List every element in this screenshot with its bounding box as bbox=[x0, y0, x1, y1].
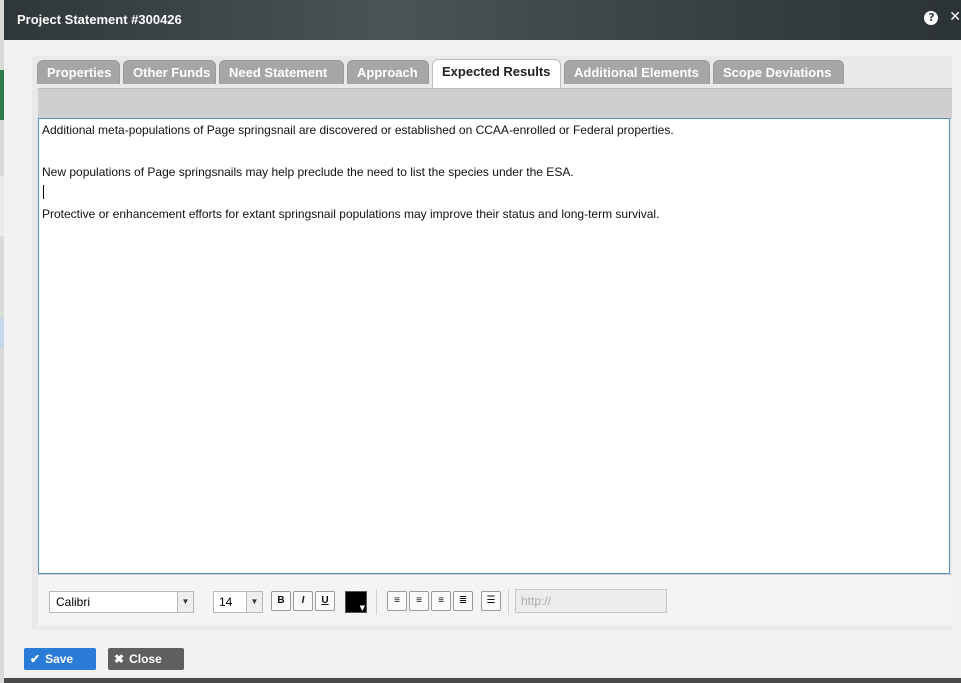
formatting-toolbar: Calibri ▼ 14 ▼ B I U ▼ ≡ ≡ ≡ ≣ ☰ http:// bbox=[38, 574, 952, 626]
align-center-icon: ≡ bbox=[416, 595, 422, 606]
toolbar-separator bbox=[376, 589, 377, 615]
save-label: Save bbox=[45, 652, 74, 666]
align-center-button[interactable]: ≡ bbox=[409, 591, 429, 611]
paragraph: Additional meta-populations of Page spri… bbox=[42, 123, 674, 137]
font-family-select[interactable]: Calibri ▼ bbox=[49, 591, 194, 613]
tab-approach[interactable]: Approach bbox=[347, 60, 429, 84]
checkmark-icon: ✔ bbox=[30, 652, 41, 666]
dialog-title: Project Statement #300426 bbox=[17, 12, 182, 27]
tab-expected-results[interactable]: Expected Results bbox=[432, 59, 561, 88]
chevron-down-icon[interactable]: ▼ bbox=[246, 592, 262, 612]
align-right-icon: ≡ bbox=[438, 595, 444, 606]
save-button[interactable]: ✔ Save bbox=[24, 648, 96, 670]
justify-button[interactable]: ≣ bbox=[453, 591, 473, 611]
paragraph: New populations of Page springsnails may… bbox=[42, 165, 574, 179]
close-icon[interactable]: ✕ bbox=[949, 9, 961, 25]
chevron-down-icon[interactable]: ▼ bbox=[177, 592, 193, 612]
tab-scope-deviations[interactable]: Scope Deviations bbox=[713, 60, 844, 84]
tab-additional-elements[interactable]: Additional Elements bbox=[564, 60, 710, 84]
font-family-value: Calibri bbox=[56, 595, 91, 609]
editor-header-strip bbox=[38, 88, 952, 119]
dialog-titlebar: Project Statement #300426 ? ✕ bbox=[4, 0, 961, 40]
close-icon: ✖ bbox=[114, 652, 125, 666]
chevron-down-icon: ▼ bbox=[359, 604, 365, 612]
tab-panel: Properties Other Funds Need Statement Ap… bbox=[32, 56, 952, 630]
italic-button[interactable]: I bbox=[293, 591, 313, 611]
toolbar-separator bbox=[508, 589, 509, 615]
paragraph: Protective or enhancement efforts for ex… bbox=[42, 207, 660, 221]
font-size-select[interactable]: 14 ▼ bbox=[213, 591, 263, 613]
underline-button[interactable]: U bbox=[315, 591, 335, 611]
close-label: Close bbox=[129, 652, 162, 666]
align-left-button[interactable]: ≡ bbox=[387, 591, 407, 611]
align-left-icon: ≡ bbox=[394, 595, 400, 606]
rich-text-editor[interactable]: Additional meta-populations of Page spri… bbox=[38, 118, 950, 574]
url-input[interactable]: http:// bbox=[515, 589, 667, 613]
project-statement-dialog: Project Statement #300426 ? ✕ Properties… bbox=[4, 0, 961, 683]
background-bottom bbox=[4, 678, 961, 683]
bold-button[interactable]: B bbox=[271, 591, 291, 611]
justify-icon: ≣ bbox=[458, 595, 468, 606]
list-icon: ☰ bbox=[486, 595, 496, 606]
tab-need-statement[interactable]: Need Statement bbox=[219, 60, 344, 84]
tab-properties[interactable]: Properties bbox=[37, 60, 120, 84]
tab-other-funds[interactable]: Other Funds bbox=[123, 60, 216, 84]
bullet-list-button[interactable]: ☰ bbox=[481, 591, 501, 611]
align-right-button[interactable]: ≡ bbox=[431, 591, 451, 611]
text-caret bbox=[43, 185, 44, 199]
font-size-value: 14 bbox=[219, 595, 233, 609]
close-button[interactable]: ✖ Close bbox=[108, 648, 184, 670]
help-icon[interactable]: ? bbox=[924, 11, 939, 25]
text-color-picker[interactable]: ▼ bbox=[345, 591, 367, 613]
